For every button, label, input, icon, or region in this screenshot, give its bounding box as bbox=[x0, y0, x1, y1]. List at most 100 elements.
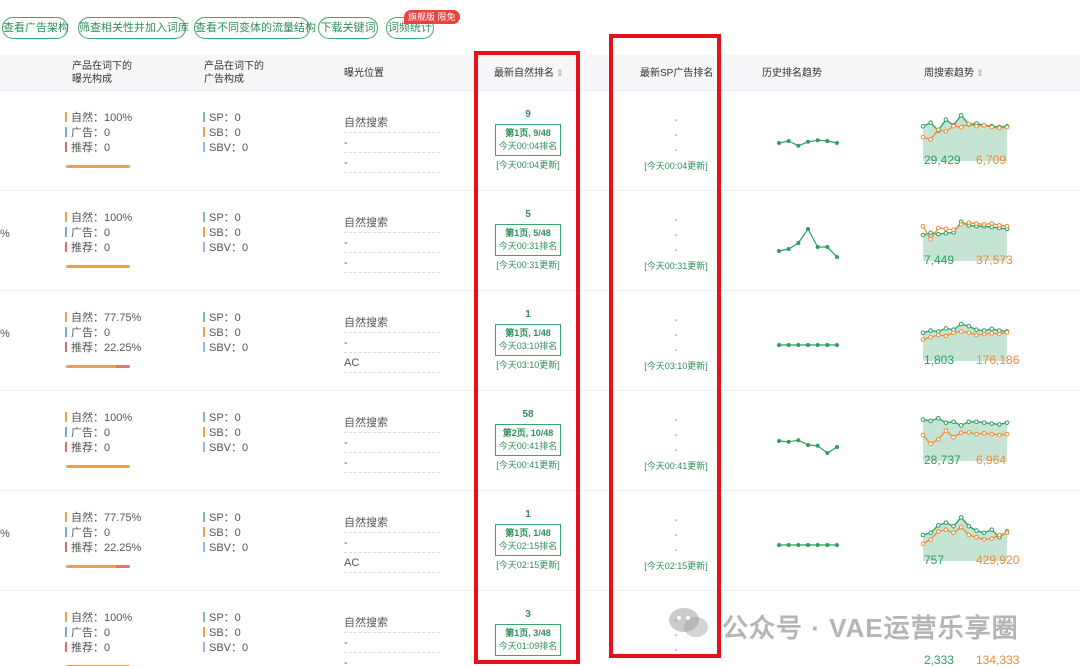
history-point bbox=[815, 343, 820, 347]
history-point bbox=[786, 439, 791, 444]
weekly-point bbox=[928, 537, 933, 542]
ad-share: 广告：0 bbox=[65, 526, 155, 541]
weekly-point bbox=[935, 523, 941, 528]
header-weekly-trend-label: 周搜索趋势 bbox=[924, 68, 974, 79]
exposure-position-2: - bbox=[344, 433, 440, 453]
exposure-mix: 自然：100% 广告：0 推荐：0 bbox=[65, 111, 155, 156]
exposure-position-1: 自然搜索 bbox=[344, 113, 440, 133]
weekly-point bbox=[958, 124, 964, 130]
weekly-point bbox=[920, 337, 926, 342]
weekly-point bbox=[966, 220, 972, 225]
exposure-position-1: 自然搜索 bbox=[344, 513, 440, 533]
exposure-position-2: - bbox=[344, 133, 440, 153]
history-point bbox=[786, 543, 791, 547]
weekly-point bbox=[966, 419, 972, 425]
sbv-share: SBV：0 bbox=[203, 641, 293, 656]
sb-share: SB：0 bbox=[203, 426, 293, 441]
weekly-search-value-green: 757 bbox=[924, 553, 945, 567]
weekly-point bbox=[935, 437, 941, 442]
weekly-point bbox=[974, 419, 979, 425]
sp-share: SP：0 bbox=[203, 411, 293, 426]
weekly-search-value-orange: 37,573 bbox=[976, 253, 1013, 267]
download-keywords-button[interactable]: 下载关键词 bbox=[318, 17, 378, 39]
exposure-position-3: - bbox=[344, 153, 440, 173]
ad-mix: SP：0 SB：0 SBV：0 bbox=[203, 111, 293, 156]
weekly-point bbox=[989, 431, 995, 437]
weekly-point bbox=[928, 137, 933, 142]
history-point bbox=[777, 141, 781, 145]
weekly-point bbox=[928, 328, 933, 333]
view-variant-traffic-button[interactable]: 查看不同变体的流量结构 bbox=[194, 17, 316, 39]
weekly-point bbox=[928, 418, 933, 424]
weekly-point bbox=[958, 524, 964, 530]
exposure-position-3: AC bbox=[344, 353, 440, 373]
weekly-point bbox=[989, 330, 995, 336]
weekly-point bbox=[981, 430, 987, 436]
sb-share: SB：0 bbox=[203, 326, 293, 341]
wechat-icon bbox=[669, 608, 708, 637]
weekly-point bbox=[966, 430, 972, 435]
weekly-point bbox=[951, 330, 956, 336]
header-weekly-trend[interactable]: 周搜索趋势 ⇕ bbox=[924, 67, 984, 80]
weekly-point bbox=[981, 331, 987, 337]
weekly-point bbox=[1004, 431, 1010, 437]
history-rank-sparkline[interactable] bbox=[775, 421, 841, 465]
ad-mix: SP：0 SB：0 SBV：0 bbox=[203, 211, 293, 256]
weekly-point bbox=[920, 134, 926, 140]
weekly-point bbox=[974, 123, 979, 129]
sbv-share: SBV：0 bbox=[203, 541, 293, 556]
history-point bbox=[777, 249, 781, 253]
view-ad-structure-button[interactable]: 查看广告架构 bbox=[2, 17, 69, 39]
exposure-position-1: 自然搜索 bbox=[344, 213, 440, 233]
natural-share: 自然：77.75% bbox=[65, 511, 155, 526]
sb-share: SB：0 bbox=[203, 626, 293, 641]
history-rank-sparkline[interactable] bbox=[775, 321, 841, 365]
sp-share: SP：0 bbox=[203, 611, 293, 626]
history-rank-sparkline[interactable] bbox=[775, 221, 841, 265]
recommend-share: 推荐：0 bbox=[65, 241, 155, 256]
ad-share: 广告：0 bbox=[65, 126, 155, 141]
exposure-position-2: - bbox=[344, 233, 440, 253]
weekly-point bbox=[989, 421, 995, 426]
sort-icon[interactable]: ⇕ bbox=[976, 68, 984, 78]
exposure-position: 自然搜索 - AC bbox=[344, 313, 440, 373]
weekly-point bbox=[989, 527, 995, 533]
history-point bbox=[815, 543, 820, 547]
exposure-position-3: - bbox=[344, 453, 440, 473]
filter-relevance-button[interactable]: 筛查相关性并加入词库 bbox=[78, 17, 189, 39]
weekly-point bbox=[920, 123, 926, 129]
weekly-point bbox=[958, 321, 964, 327]
weekly-point bbox=[974, 534, 979, 540]
weekly-search-value-orange: 176,186 bbox=[976, 353, 1020, 367]
history-point bbox=[835, 255, 839, 259]
history-point bbox=[815, 138, 820, 143]
natural-share: 自然：100% bbox=[65, 111, 155, 126]
header-history-trend: 历史排名趋势 bbox=[762, 68, 822, 79]
weekly-point bbox=[943, 230, 949, 236]
weekly-point bbox=[966, 323, 972, 329]
weekly-point bbox=[920, 223, 926, 229]
exposure-mix: 自然：77.75% 广告：0 推荐：22.25% bbox=[65, 511, 155, 556]
sp-share: SP：0 bbox=[203, 111, 293, 126]
history-point bbox=[786, 343, 791, 347]
sbv-share: SBV：0 bbox=[203, 241, 293, 256]
exposure-mix: 自然：77.75% 广告：0 推荐：22.25% bbox=[65, 311, 155, 356]
history-point bbox=[825, 543, 830, 547]
history-rank-sparkline[interactable] bbox=[775, 521, 841, 565]
weekly-point bbox=[935, 529, 941, 534]
history-point bbox=[825, 343, 830, 347]
history-point bbox=[796, 143, 801, 148]
sp-share: SP：0 bbox=[203, 311, 293, 326]
weekly-point bbox=[989, 326, 995, 332]
sb-share: SB：0 bbox=[203, 226, 293, 241]
exposure-position-3: - bbox=[344, 253, 440, 273]
highlight-frame-natural-rank bbox=[474, 51, 580, 664]
history-rank-sparkline[interactable] bbox=[775, 121, 841, 165]
weekly-point bbox=[958, 112, 964, 118]
weekly-search-value-green: 28,737 bbox=[924, 453, 961, 467]
weekly-point bbox=[981, 530, 987, 536]
recommend-share: 推荐：0 bbox=[65, 641, 155, 656]
weekly-point bbox=[951, 434, 956, 440]
history-point bbox=[835, 141, 839, 145]
history-point bbox=[825, 245, 830, 249]
